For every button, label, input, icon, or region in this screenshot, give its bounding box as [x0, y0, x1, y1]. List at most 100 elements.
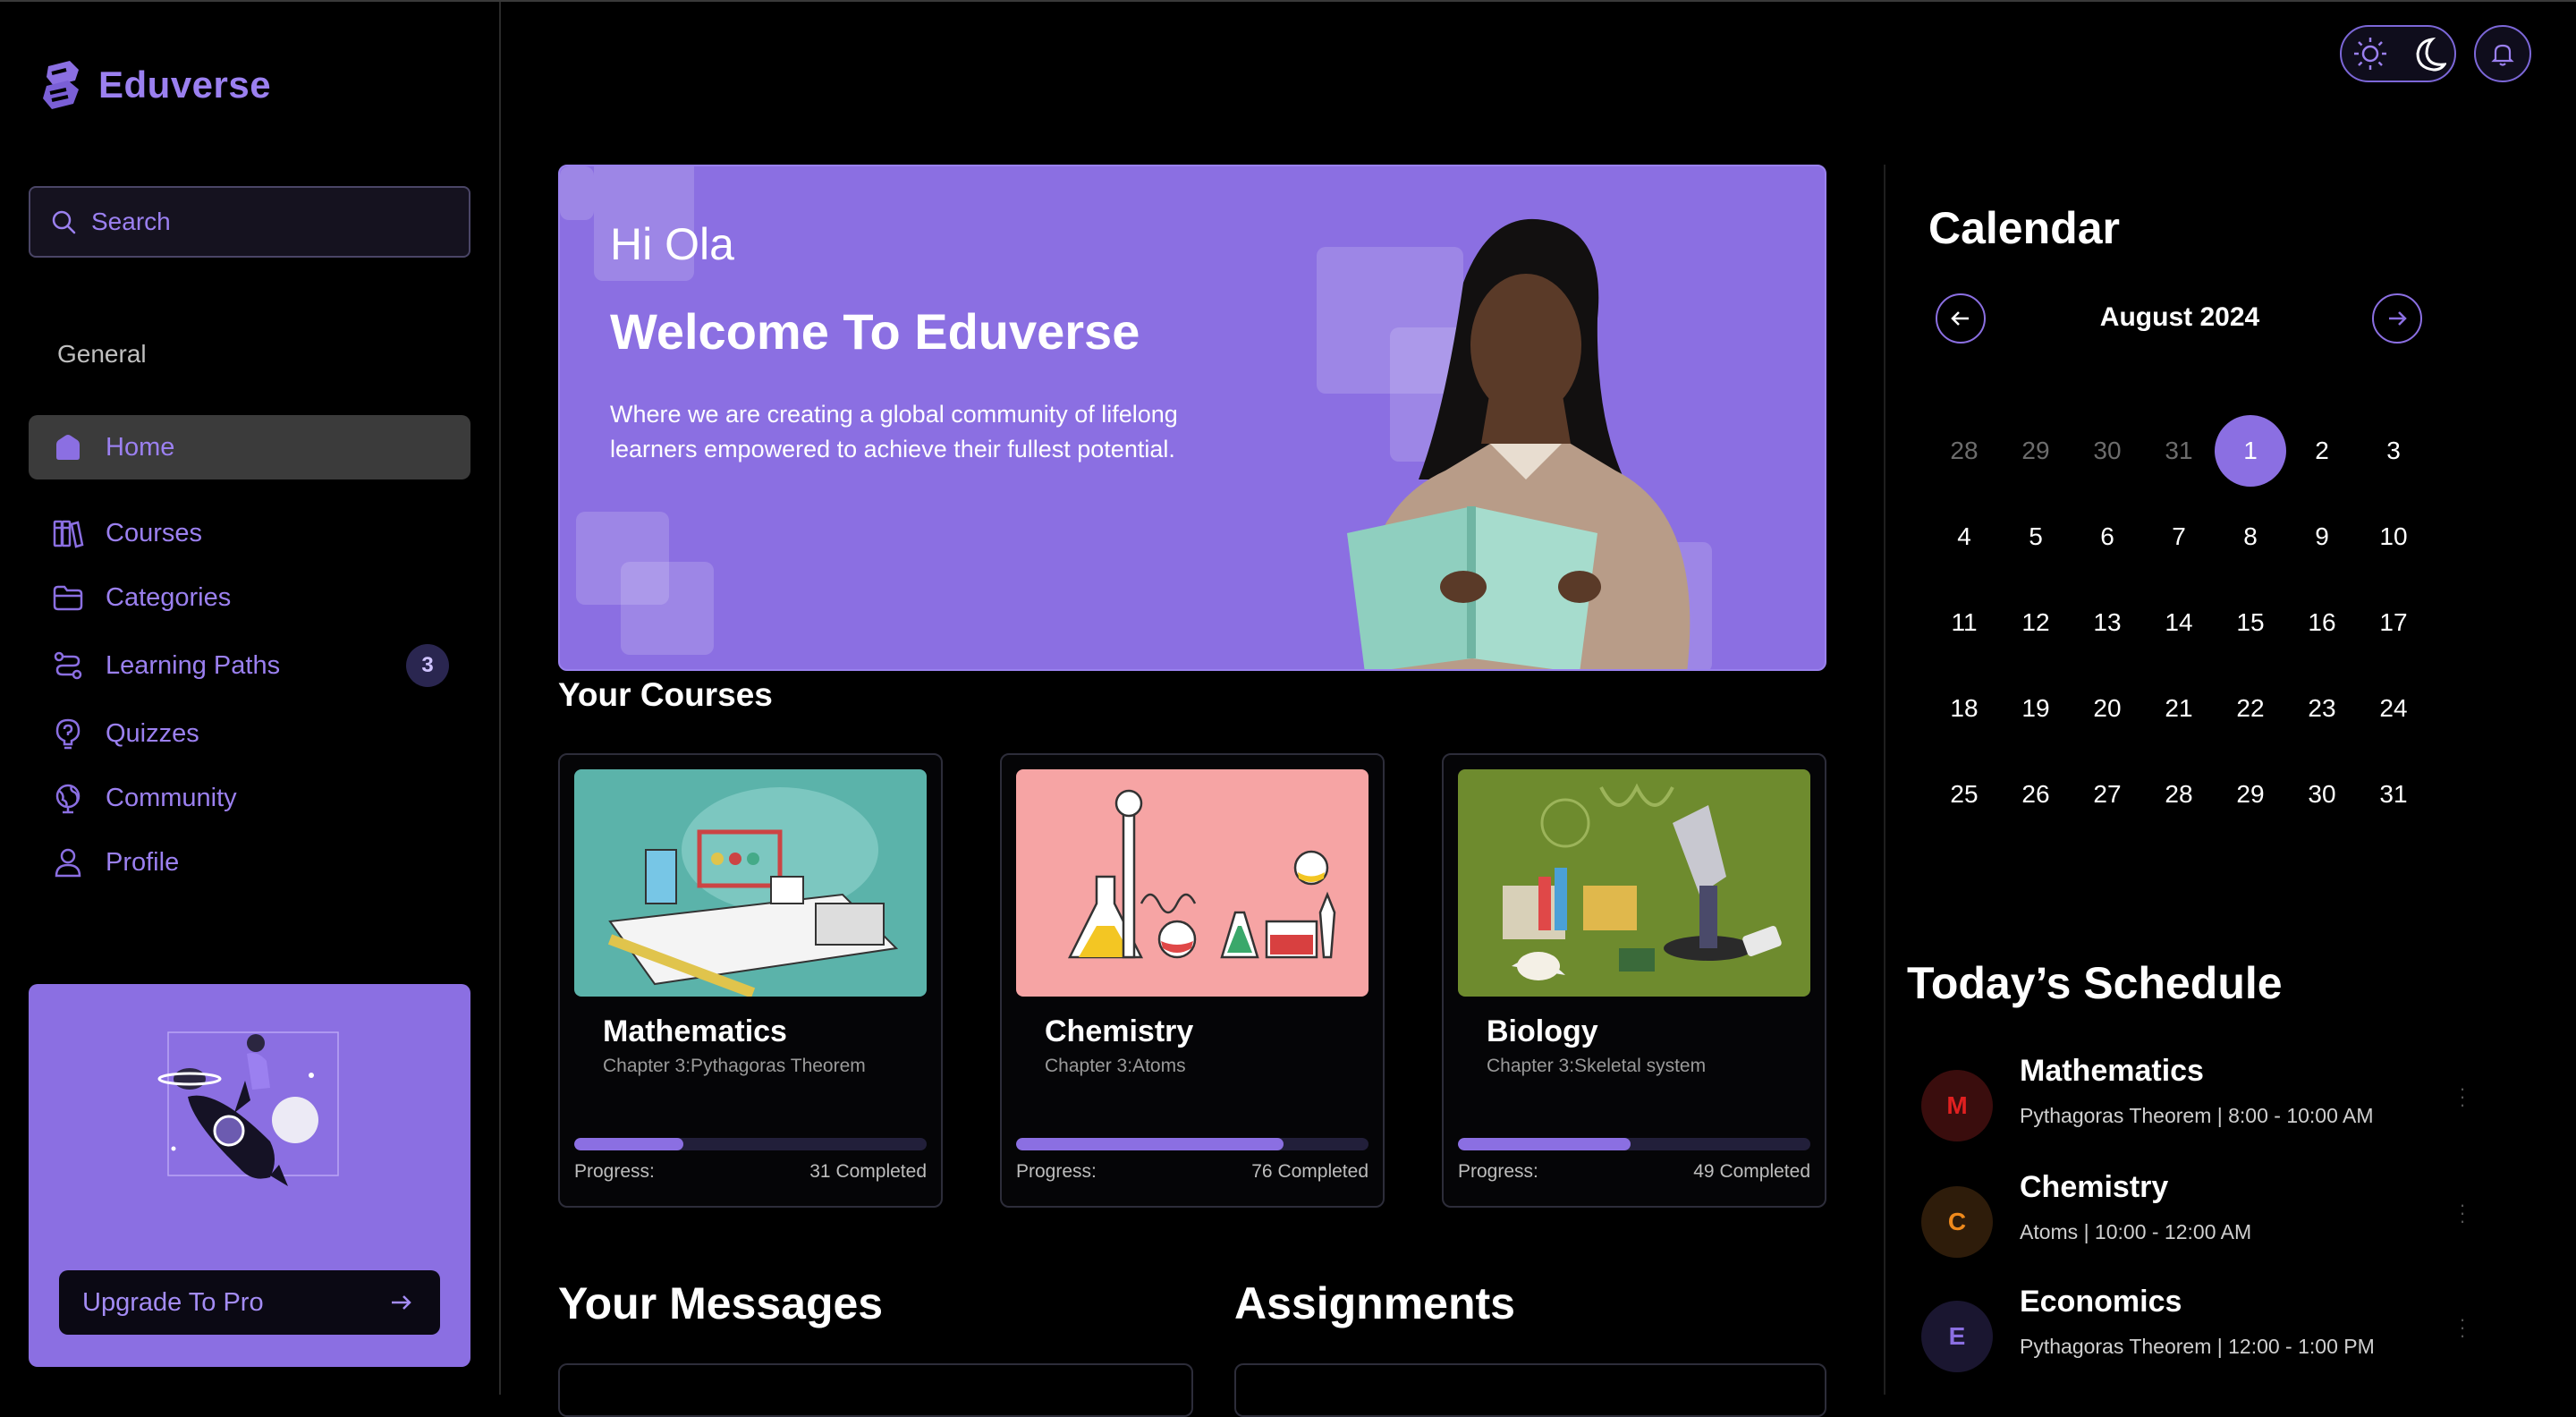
- sidebar-item-label: Home: [106, 432, 175, 462]
- calendar-day[interactable]: 10: [2358, 501, 2429, 573]
- section-heading-assignments: Assignments: [1234, 1278, 1515, 1328]
- calendar-day[interactable]: 31: [2358, 759, 2429, 830]
- calendar-day[interactable]: 22: [2215, 673, 2286, 744]
- calendar-day[interactable]: 5: [2000, 501, 2072, 573]
- upgrade-button-label: Upgrade To Pro: [82, 1287, 264, 1317]
- calendar-day[interactable]: 7: [2143, 501, 2215, 573]
- section-heading-messages: Your Messages: [558, 1278, 884, 1328]
- calendar-day[interactable]: 11: [1928, 587, 2000, 658]
- calendar-day[interactable]: 15: [2215, 587, 2286, 658]
- calendar-day[interactable]: 17: [2358, 587, 2429, 658]
- sidebar-item-categories[interactable]: Categories: [29, 565, 470, 630]
- calendar-day[interactable]: 4: [1928, 501, 2000, 573]
- theme-toggle[interactable]: [2340, 25, 2456, 82]
- schedule-item-economics[interactable]: E Economics Pythagoras Theorem | 12:00 -…: [1921, 1285, 2494, 1383]
- calendar-day[interactable]: 30: [2072, 415, 2143, 487]
- calendar-day[interactable]: 8: [2215, 501, 2286, 573]
- upgrade-to-pro-button[interactable]: Upgrade To Pro: [59, 1270, 440, 1335]
- app-logo[interactable]: Eduverse: [39, 59, 271, 111]
- sidebar-item-learning-paths[interactable]: Learning Paths 3: [29, 633, 470, 698]
- course-card-biology[interactable]: Biology Chapter 3:Skeletal system Progre…: [1442, 753, 1826, 1208]
- arrow-right-icon: [2389, 311, 2407, 326]
- search-icon: [52, 210, 76, 234]
- schedule-name: Mathematics: [2020, 1054, 2204, 1088]
- schedule-item-chemistry[interactable]: C Chemistry Atoms | 10:00 - 12:00 AM · · ·: [1921, 1170, 2494, 1269]
- notifications-button[interactable]: [2474, 25, 2531, 82]
- course-progress-bar: [1458, 1138, 1810, 1150]
- course-progress-bar: [1016, 1138, 1368, 1150]
- schedule-meta: Pythagoras Theorem | 12:00 - 1:00 PM: [2020, 1335, 2375, 1358]
- calendar-prev-button[interactable]: [1936, 293, 1986, 344]
- sidebar-item-label: Community: [106, 783, 237, 812]
- calendar-day[interactable]: 31: [2143, 415, 2215, 487]
- schedule-name: Chemistry: [2020, 1170, 2169, 1204]
- calendar-day[interactable]: 13: [2072, 587, 2143, 658]
- calendar-day[interactable]: 6: [2072, 501, 2143, 573]
- calendar-day[interactable]: 14: [2143, 587, 2215, 658]
- calendar-month-label: August 2024: [2099, 302, 2260, 332]
- sidebar-item-profile[interactable]: Profile: [29, 830, 470, 895]
- sidebar-item-label: Courses: [106, 518, 202, 547]
- calendar-day[interactable]: 18: [1928, 673, 2000, 744]
- calendar-day[interactable]: 30: [2286, 759, 2358, 830]
- calendar-day[interactable]: 29: [2000, 415, 2072, 487]
- calendar-next-button[interactable]: [2372, 293, 2422, 344]
- calendar-day[interactable]: 28: [1928, 415, 2000, 487]
- student-reading-illustration: [1347, 218, 1690, 669]
- sidebar-item-home[interactable]: Home: [29, 415, 470, 479]
- calendar-day[interactable]: 12: [2000, 587, 2072, 658]
- calendar-day[interactable]: 24: [2358, 673, 2429, 744]
- folder-icon: [50, 580, 86, 615]
- course-card-mathematics[interactable]: Mathematics Chapter 3:Pythagoras Theorem…: [558, 753, 943, 1208]
- more-options-icon[interactable]: · · ·: [2458, 1079, 2467, 1115]
- eduverse-logo-icon: [43, 61, 79, 109]
- course-image: [1458, 769, 1810, 997]
- calendar-day[interactable]: 2: [2286, 415, 2358, 487]
- sidebar-item-courses[interactable]: Courses: [29, 501, 470, 565]
- course-card-chemistry[interactable]: Chemistry Chapter 3:Atoms Progress: 76 C…: [1000, 753, 1385, 1208]
- calendar-day[interactable]: 29: [2215, 759, 2286, 830]
- schedule-avatar: C: [1921, 1186, 1993, 1258]
- schedule-item-mathematics[interactable]: M Mathematics Pythagoras Theorem | 8:00 …: [1921, 1054, 2494, 1152]
- progress-label: Progress:: [1016, 1161, 1097, 1182]
- sun-icon[interactable]: [2351, 34, 2390, 73]
- hero-description: Where we are creating a global community…: [610, 401, 1178, 462]
- course-image: [1016, 769, 1368, 997]
- schedule-avatar: E: [1921, 1301, 1993, 1372]
- calendar-day[interactable]: 28: [2143, 759, 2215, 830]
- assignments-panel: [1234, 1363, 1826, 1417]
- books-icon: [50, 515, 86, 551]
- calendar-day-today[interactable]: 1: [2215, 415, 2286, 487]
- moon-icon[interactable]: [2407, 34, 2446, 73]
- calendar-day[interactable]: 25: [1928, 759, 2000, 830]
- hero-title: Welcome To Eduverse: [610, 303, 1140, 360]
- course-progress-bar: [574, 1138, 927, 1150]
- rocket-illustration: [157, 1031, 339, 1186]
- calendar-day[interactable]: 23: [2286, 673, 2358, 744]
- calendar-day[interactable]: 20: [2072, 673, 2143, 744]
- search-box[interactable]: [29, 186, 470, 258]
- sidebar-item-community[interactable]: Community: [29, 766, 470, 830]
- sidebar-item-label: Learning Paths: [106, 650, 281, 680]
- calendar-day[interactable]: 9: [2286, 501, 2358, 573]
- calendar-day[interactable]: 3: [2358, 415, 2429, 487]
- sidebar-item-label: Quizzes: [106, 718, 199, 748]
- calendar-day[interactable]: 21: [2143, 673, 2215, 744]
- calendar-day[interactable]: 19: [2000, 673, 2072, 744]
- sidebar-item-label: Profile: [106, 847, 180, 877]
- calendar-day[interactable]: 26: [2000, 759, 2072, 830]
- sidebar-item-label: Categories: [106, 582, 232, 612]
- progress-count: 49 Completed: [1693, 1161, 1810, 1182]
- more-options-icon[interactable]: · · ·: [2458, 1195, 2467, 1231]
- more-options-icon[interactable]: · · ·: [2458, 1310, 2467, 1345]
- home-icon: [50, 429, 86, 465]
- course-title: Mathematics: [603, 1014, 787, 1048]
- calendar-day[interactable]: 16: [2286, 587, 2358, 658]
- progress-count: 31 Completed: [809, 1161, 927, 1182]
- globe-icon: [50, 780, 86, 816]
- sidebar-item-quizzes[interactable]: Quizzes: [29, 701, 470, 766]
- schedule-name: Economics: [2020, 1285, 2182, 1319]
- calendar-day[interactable]: 27: [2072, 759, 2143, 830]
- search-input[interactable]: [89, 207, 451, 237]
- bell-icon: [2491, 44, 2514, 66]
